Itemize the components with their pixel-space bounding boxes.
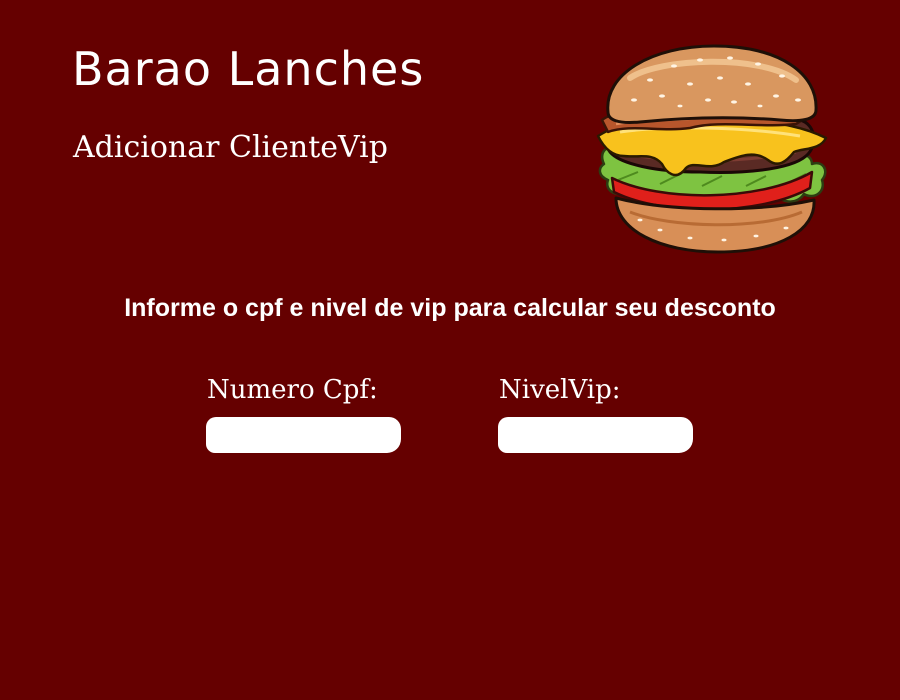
brand-title: Barao Lanches xyxy=(72,42,425,96)
cpf-field-group: Numero Cpf: xyxy=(206,377,401,453)
burger-illustration xyxy=(590,40,840,260)
cpf-label: Numero Cpf: xyxy=(207,375,378,405)
cpf-input[interactable] xyxy=(206,417,401,453)
page-subtitle: Adicionar ClienteVip xyxy=(73,130,388,165)
instruction-text: Informe o cpf e nivel de vip para calcul… xyxy=(124,294,776,322)
nivel-vip-input[interactable] xyxy=(498,417,693,453)
nivel-vip-label: NivelVip: xyxy=(499,375,621,405)
nivel-vip-field-group: NivelVip: xyxy=(498,377,693,453)
